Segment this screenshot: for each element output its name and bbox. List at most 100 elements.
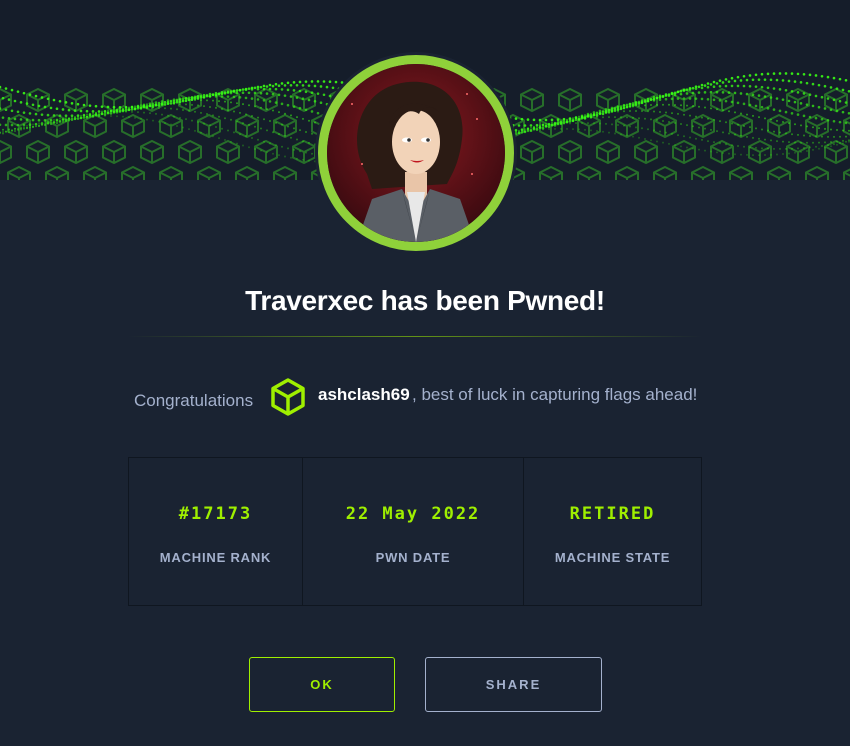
banner-dot: [563, 122, 565, 125]
banner-dot: [665, 111, 667, 114]
banner-dot: [52, 98, 56, 102]
banner-dot: [209, 105, 211, 108]
banner-dot: [602, 116, 604, 119]
banner-dot: [682, 89, 686, 92]
banner-dot: [176, 99, 178, 102]
banner-dot: [790, 89, 794, 93]
banner-dot: [607, 110, 611, 114]
banner-dot: [647, 110, 649, 113]
banner-dot: [629, 110, 631, 113]
banner-dot: [662, 120, 664, 123]
banner-dot: [260, 106, 262, 109]
banner-dot: [0, 85, 2, 89]
banner-cube: [539, 165, 563, 180]
banner-cube: [197, 165, 221, 180]
banner-dot: [221, 127, 223, 130]
banner-dot: [800, 150, 802, 153]
banner-dot: [307, 98, 311, 102]
banner-dot: [740, 134, 742, 137]
banner-dot: [512, 131, 514, 134]
banner-dot: [278, 154, 280, 157]
banner-dot: [614, 107, 616, 110]
banner-dot: [794, 141, 796, 144]
banner-dot: [110, 109, 112, 112]
ok-button[interactable]: OK: [249, 657, 395, 712]
banner-dot: [787, 79, 791, 83]
banner-dot: [286, 81, 290, 85]
banner-dot: [725, 143, 727, 146]
banner-dot: [704, 149, 706, 152]
banner-dot: [44, 121, 46, 124]
banner-dot: [262, 99, 266, 102]
banner-dot: [718, 79, 722, 82]
banner-dot: [572, 128, 574, 131]
banner-dot: [302, 158, 304, 161]
banner-dot: [296, 157, 298, 160]
stats-panel: #17173 MACHINE RANK 22 May 2022 PWN DATE…: [128, 457, 702, 606]
banner-dot: [746, 135, 748, 138]
banner-dot: [14, 127, 16, 130]
banner-dot: [652, 96, 656, 99]
banner-dot: [665, 131, 667, 134]
banner-dot: [113, 108, 115, 111]
banner-dot: [722, 109, 724, 112]
banner-dot: [272, 109, 274, 112]
banner-dot: [73, 109, 77, 112]
banner-dot: [710, 150, 712, 153]
banner-dot: [599, 112, 601, 115]
banner-dot: [77, 114, 79, 117]
banner-dot: [4, 87, 8, 90]
banner-dot: [310, 110, 314, 113]
banner-dot: [547, 125, 551, 129]
banner-dot: [220, 95, 224, 98]
stat-machine-rank: #17173 MACHINE RANK: [129, 458, 303, 605]
banner-dot: [826, 75, 830, 79]
banner-dot: [241, 88, 245, 91]
banner-dot: [662, 141, 664, 144]
banner-dot: [731, 122, 733, 125]
banner-dot: [304, 90, 308, 94]
banner-dot: [235, 89, 239, 92]
banner-cube: [273, 165, 297, 180]
username-link[interactable]: ashclash69: [318, 385, 410, 405]
banner-dot: [587, 113, 589, 116]
banner-dot: [709, 90, 713, 94]
banner-dot: [286, 103, 290, 107]
banner-dot: [698, 148, 700, 151]
banner-dot: [125, 106, 127, 109]
banner-cube: [824, 87, 848, 113]
banner-dot: [31, 118, 35, 122]
banner-dot: [532, 127, 536, 131]
banner-dot: [707, 140, 709, 143]
banner-dot: [623, 110, 625, 113]
banner-dot: [734, 153, 736, 156]
banner-dot: [838, 77, 842, 81]
banner-dot: [248, 123, 250, 126]
banner-dot: [206, 99, 208, 102]
banner-dot: [670, 97, 674, 101]
banner-cube: [45, 113, 69, 139]
banner-dot: [778, 109, 782, 113]
banner-dot: [737, 123, 739, 126]
banner-dot: [655, 96, 659, 100]
banner-dot: [524, 129, 526, 132]
banner-dot: [709, 83, 713, 86]
banner-dot: [781, 79, 785, 82]
banner-dot: [142, 105, 146, 109]
banner-dot: [305, 130, 307, 133]
banner-dot: [247, 87, 251, 90]
share-button[interactable]: SHARE: [425, 657, 602, 712]
banner-cube: [197, 113, 221, 139]
banner-dot: [788, 122, 790, 125]
banner-dot: [656, 119, 658, 122]
banner-dot: [290, 114, 292, 117]
banner-dot: [671, 112, 673, 115]
banner-dot: [742, 102, 746, 106]
banner-dot: [697, 85, 701, 89]
banner-dot: [167, 102, 169, 105]
banner-dot: [293, 148, 295, 151]
banner-dot: [784, 110, 788, 114]
banner-dot: [182, 99, 184, 102]
banner-dot: [44, 122, 46, 125]
banner-dot: [37, 118, 41, 122]
